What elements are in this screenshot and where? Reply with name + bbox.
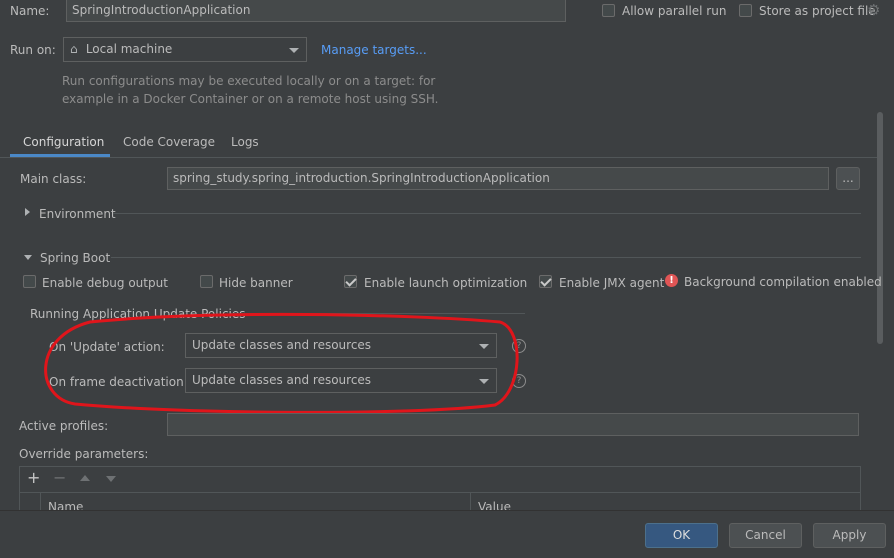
active-profiles-field[interactable] [167, 413, 859, 436]
tab-configuration[interactable]: Configuration [23, 135, 104, 149]
store-as-project-file-checkbox[interactable] [739, 4, 752, 17]
move-down-icon[interactable] [106, 476, 116, 482]
apply-button[interactable]: Apply [813, 523, 886, 548]
name-field[interactable]: SpringIntroductionApplication [66, 0, 566, 22]
ok-button-label: OK [672, 528, 691, 542]
tab-code-coverage[interactable]: Code Coverage [123, 135, 215, 149]
collapse-spring-boot-icon[interactable] [24, 255, 32, 260]
spring-boot-divider [111, 257, 861, 258]
main-class-label: Main class: [20, 172, 87, 186]
name-label: Name: [10, 4, 50, 18]
spring-boot-section-label[interactable]: Spring Boot [40, 251, 110, 265]
environment-label-text: Environment [39, 207, 116, 221]
run-on-target-select[interactable]: ⌂ Local machine [63, 37, 307, 62]
enable-launch-optimization-checkbox[interactable] [344, 275, 357, 288]
cancel-button-label: Cancel [745, 528, 786, 542]
home-icon: ⌂ [70, 42, 78, 56]
spring-boot-label-text: Spring Boot [40, 251, 111, 265]
run-on-label: Run on: [10, 43, 56, 57]
override-parameters-label: Override parameters: [19, 447, 149, 461]
move-up-icon[interactable] [80, 475, 90, 481]
error-icon: ! [665, 274, 678, 287]
store-as-project-file-label: Store as project file [759, 4, 876, 18]
run-on-target-value: Local machine [85, 42, 173, 56]
name-field-value: SpringIntroductionApplication [72, 3, 251, 17]
tab-active-indicator [10, 154, 110, 157]
add-icon[interactable]: + [27, 468, 40, 487]
browse-label: ... [842, 171, 854, 185]
chevron-down-icon [289, 48, 299, 53]
environment-section-label[interactable]: Environment [39, 207, 116, 221]
background-compilation-label: Background compilation enabled [684, 275, 882, 289]
expand-environment-icon[interactable] [25, 208, 30, 216]
active-profiles-label: Active profiles: [19, 419, 109, 433]
main-class-field[interactable]: spring_study.spring_introduction.SpringI… [167, 167, 829, 190]
run-on-hint-line1: Run configurations may be executed local… [62, 74, 436, 88]
environment-divider [113, 213, 861, 214]
apply-button-label: Apply [832, 528, 867, 542]
enable-jmx-agent-checkbox[interactable] [539, 275, 552, 288]
hide-banner-checkbox[interactable] [200, 275, 213, 288]
allow-parallel-run-label: Allow parallel run [622, 4, 727, 18]
browse-main-class-button[interactable]: ... [836, 167, 860, 190]
enable-debug-output-label: Enable debug output [42, 276, 168, 290]
vertical-scrollbar[interactable] [877, 112, 883, 344]
hide-banner-label: Hide banner [219, 276, 293, 290]
tab-logs[interactable]: Logs [231, 135, 259, 149]
run-on-hint-line2: example in a Docker Container or on a re… [62, 92, 439, 106]
tabs-divider [0, 157, 877, 158]
enable-launch-optimization-label: Enable launch optimization [364, 276, 528, 290]
enable-jmx-agent-label: Enable JMX agent [559, 276, 665, 290]
manage-targets-link[interactable]: Manage targets... [321, 43, 427, 57]
dialog-footer: OK Cancel Apply [0, 510, 894, 558]
remove-icon[interactable]: − [53, 468, 66, 487]
gear-icon[interactable]: ⚙ [867, 1, 880, 19]
allow-parallel-run-checkbox[interactable] [602, 4, 615, 17]
main-class-value: spring_study.spring_introduction.SpringI… [173, 171, 550, 185]
annotation-circle [44, 312, 519, 414]
enable-debug-output-checkbox[interactable] [23, 275, 36, 288]
cancel-button[interactable]: Cancel [729, 523, 802, 548]
ok-button[interactable]: OK [645, 523, 718, 548]
